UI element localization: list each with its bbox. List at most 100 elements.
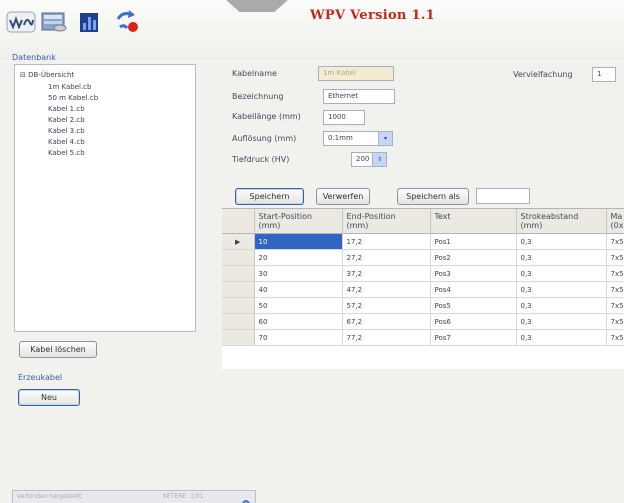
table-cell[interactable]: 7x5 bbox=[606, 265, 624, 282]
db-tree[interactable]: ⊟ DB-Übersicht 1m Kabel.cb 50 m Kabel.cb… bbox=[14, 64, 196, 332]
table-cell[interactable]: 60 bbox=[254, 313, 343, 330]
table-row[interactable]: 40 47,2 Pos4 0,3 7x5 bbox=[222, 281, 624, 298]
tree-collapse-icon[interactable]: ⊟ bbox=[20, 71, 26, 79]
tree-item[interactable]: Kabel 2.cb bbox=[48, 116, 85, 124]
table-cell[interactable]: 0,3 bbox=[516, 313, 607, 330]
column-header-unit: (mm) bbox=[346, 221, 369, 230]
save-as-input[interactable] bbox=[476, 188, 530, 204]
table-cell[interactable]: Pos2 bbox=[430, 249, 517, 266]
table-cell[interactable]: Pos1 bbox=[430, 233, 517, 250]
status-bar: Verbinden hergestellt KETERE: 1/01 bbox=[12, 490, 256, 503]
table-cell[interactable]: 17,2 bbox=[342, 233, 431, 250]
table-cell[interactable]: 37,2 bbox=[342, 265, 431, 282]
tree-item[interactable]: Kabel 4.cb bbox=[48, 138, 85, 146]
database-icon[interactable] bbox=[40, 10, 68, 34]
table-cell[interactable]: 7x5 bbox=[606, 297, 624, 314]
app-title: WPV Version 1.1 bbox=[310, 8, 436, 23]
position-grid[interactable]: Start-Position (mm) End-Position (mm) Text… bbox=[222, 208, 624, 369]
tree-item[interactable]: Kabel 3.cb bbox=[48, 127, 85, 135]
length-field[interactable]: 1000 bbox=[323, 110, 365, 125]
row-header[interactable] bbox=[222, 329, 255, 346]
table-cell[interactable]: 0,3 bbox=[516, 329, 607, 346]
table-cell[interactable]: 0,3 bbox=[516, 265, 607, 282]
table-cell[interactable]: Pos4 bbox=[430, 281, 517, 298]
table-cell[interactable]: 30 bbox=[254, 265, 343, 282]
discard-button[interactable]: Verwerfen bbox=[316, 188, 370, 205]
table-row[interactable]: 50 57,2 Pos5 0,3 7x5 bbox=[222, 297, 624, 314]
depth-stepper[interactable]: 200 ⇕ bbox=[351, 152, 387, 167]
table-cell[interactable]: 20 bbox=[254, 249, 343, 266]
table-cell[interactable]: 47,2 bbox=[342, 281, 431, 298]
tree-item[interactable]: 50 m Kabel.cb bbox=[48, 94, 98, 102]
save-button[interactable]: Speichern bbox=[235, 188, 304, 205]
grid-header-row: Start-Position (mm) End-Position (mm) Text… bbox=[222, 209, 624, 234]
table-cell[interactable]: 77,2 bbox=[342, 329, 431, 346]
new-button[interactable]: Neu bbox=[18, 389, 80, 406]
table-cell[interactable]: 57,2 bbox=[342, 297, 431, 314]
spin-arrows-icon[interactable]: ⇕ bbox=[372, 153, 386, 166]
table-cell[interactable]: 70 bbox=[254, 329, 343, 346]
column-header-label: Start-Position bbox=[258, 212, 313, 221]
table-cell[interactable]: 7x5 bbox=[606, 281, 624, 298]
save-as-button[interactable]: Speichern als bbox=[397, 188, 469, 205]
table-cell[interactable]: Pos7 bbox=[430, 329, 517, 346]
chart-icon[interactable] bbox=[78, 10, 102, 34]
table-cell[interactable]: 7x5 bbox=[606, 313, 624, 330]
sync-icon[interactable] bbox=[114, 10, 142, 34]
table-cell[interactable]: 10 bbox=[254, 233, 343, 250]
tree-item[interactable]: Kabel 5.cb bbox=[48, 149, 85, 157]
row-header[interactable] bbox=[222, 297, 255, 314]
row-header[interactable] bbox=[222, 265, 255, 282]
table-cell[interactable]: 27,2 bbox=[342, 249, 431, 266]
row-marker-icon[interactable]: ▶ bbox=[222, 233, 255, 250]
wave-logo-icon[interactable] bbox=[6, 10, 36, 34]
column-header[interactable]: Strokeabstand (mm) bbox=[516, 209, 607, 234]
table-cell[interactable]: 7x5 bbox=[606, 249, 624, 266]
multiply-label: Vervielfachung bbox=[513, 70, 573, 79]
table-row[interactable]: 60 67,2 Pos6 0,3 7x5 bbox=[222, 313, 624, 330]
table-cell[interactable]: 0,3 bbox=[516, 233, 607, 250]
column-header-unit: (mm) bbox=[258, 221, 281, 230]
connection-icon bbox=[241, 492, 251, 503]
table-cell[interactable]: Pos5 bbox=[430, 297, 517, 314]
column-header-label: Ma bbox=[610, 212, 623, 221]
table-row[interactable]: ▶ 10 17,2 Pos1 0,3 7x5 bbox=[222, 233, 624, 250]
row-header[interactable] bbox=[222, 313, 255, 330]
column-header[interactable]: Start-Position (mm) bbox=[254, 209, 343, 234]
length-label: Kabellänge (mm) bbox=[232, 112, 301, 121]
column-header[interactable]: Text bbox=[430, 209, 517, 234]
status-info: KETERE: 1/01 bbox=[163, 493, 204, 500]
chevron-down-icon[interactable]: ▾ bbox=[378, 132, 392, 145]
table-cell[interactable]: 0,3 bbox=[516, 297, 607, 314]
tree-item[interactable]: Kabel 1.cb bbox=[48, 105, 85, 113]
row-header[interactable] bbox=[222, 281, 255, 298]
create-group-label: Erzeukabel bbox=[18, 373, 63, 382]
depth-value: 200 bbox=[356, 155, 370, 163]
row-header[interactable] bbox=[222, 249, 255, 266]
table-cell[interactable]: 0,3 bbox=[516, 281, 607, 298]
column-header-label: Strokeabstand bbox=[520, 212, 579, 221]
delete-cable-button[interactable]: Kabel löschen bbox=[19, 341, 97, 358]
table-cell[interactable]: Pos6 bbox=[430, 313, 517, 330]
table-cell[interactable]: 7x5 bbox=[606, 329, 624, 346]
status-text: Verbinden hergestellt bbox=[17, 493, 82, 500]
column-header-label: End-Position bbox=[346, 212, 396, 221]
cable-name-field[interactable]: 1m Kabel bbox=[318, 66, 394, 81]
table-cell[interactable]: 67,2 bbox=[342, 313, 431, 330]
table-cell[interactable]: 50 bbox=[254, 297, 343, 314]
multiply-field[interactable]: 1 bbox=[592, 67, 616, 82]
description-field[interactable]: Ethernet bbox=[323, 89, 395, 104]
resolution-value: 0.1mm bbox=[328, 134, 353, 142]
resolution-select[interactable]: 0.1mm ▾ bbox=[323, 131, 393, 146]
table-cell[interactable]: 7x5 bbox=[606, 233, 624, 250]
column-header[interactable]: End-Position (mm) bbox=[342, 209, 431, 234]
tree-item[interactable]: 1m Kabel.cb bbox=[48, 83, 91, 91]
table-cell[interactable]: Pos3 bbox=[430, 265, 517, 282]
table-cell[interactable]: 0,3 bbox=[516, 249, 607, 266]
table-row[interactable]: 30 37,2 Pos3 0,3 7x5 bbox=[222, 265, 624, 282]
table-row[interactable]: 20 27,2 Pos2 0,3 7x5 bbox=[222, 249, 624, 266]
table-row[interactable]: 70 77,2 Pos7 0,3 7x5 bbox=[222, 329, 624, 346]
tree-root[interactable]: ⊟ DB-Übersicht bbox=[20, 71, 74, 79]
table-cell[interactable]: 40 bbox=[254, 281, 343, 298]
column-header[interactable]: Ma (0x bbox=[606, 209, 624, 234]
